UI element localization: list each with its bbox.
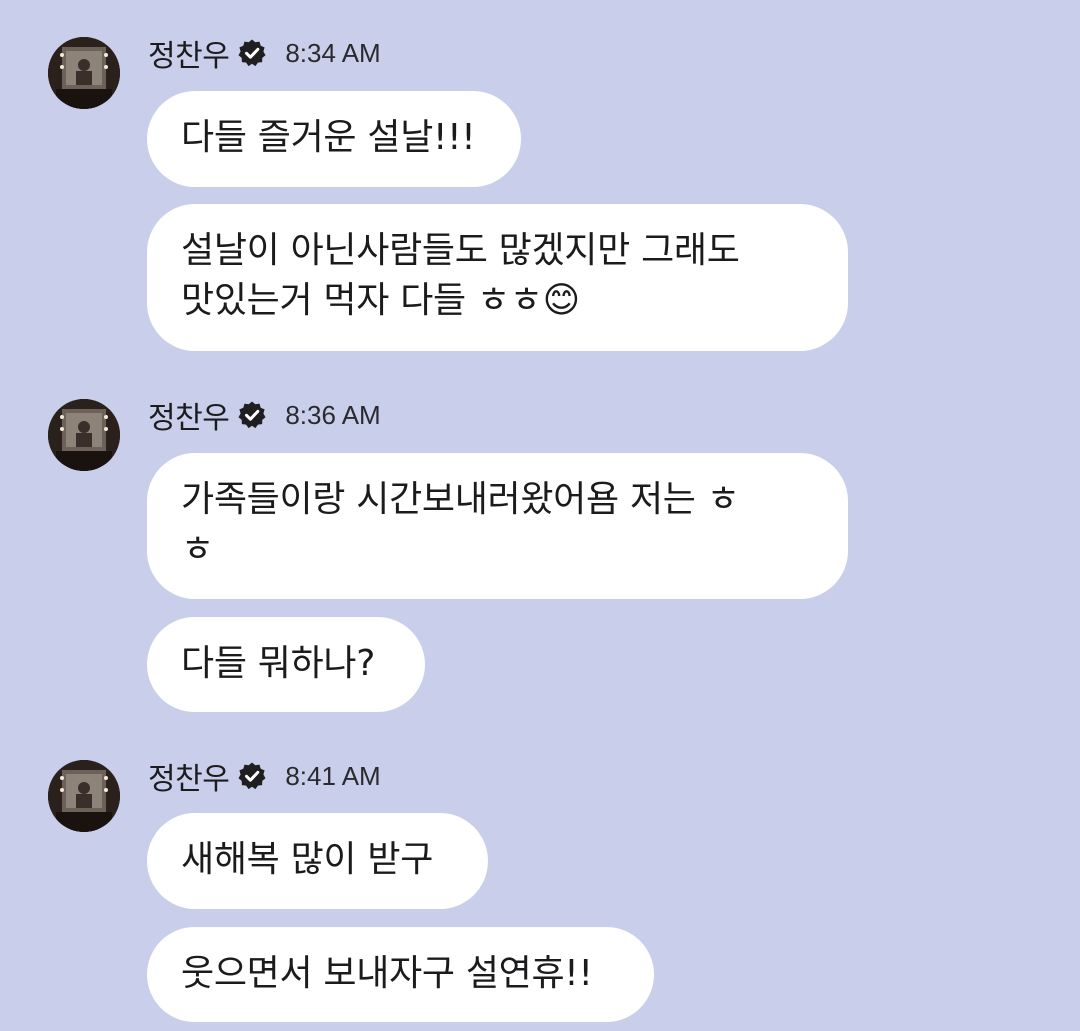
avatar[interactable] xyxy=(48,37,120,109)
message-bubble[interactable]: 다들 뭐하나? xyxy=(147,617,425,712)
message-bubble[interactable]: 웃으면서 보내자구 설연휴!! xyxy=(147,927,654,1022)
sender-name[interactable]: 정찬우 xyxy=(148,31,230,75)
message-meta: 정찬우 8:36 AM xyxy=(148,393,381,437)
message-time: 8:41 AM xyxy=(285,760,381,791)
avatar[interactable] xyxy=(48,399,120,471)
message-bubble[interactable]: 다들 즐거운 설날!!! xyxy=(147,91,521,187)
verified-badge-icon xyxy=(237,38,267,68)
message-meta: 정찬우 8:34 AM xyxy=(148,31,381,75)
avatar[interactable] xyxy=(48,760,120,832)
sender-name[interactable]: 정찬우 xyxy=(148,754,230,798)
message-time: 8:34 AM xyxy=(285,37,381,68)
sender-name[interactable]: 정찬우 xyxy=(148,393,230,437)
message-time: 8:36 AM xyxy=(285,399,381,430)
verified-badge-icon xyxy=(237,400,267,430)
message-bubble[interactable]: 설날이 아닌사람들도 많겠지만 그래도 맛있는거 먹자 다들 ㅎㅎ😊 xyxy=(147,204,848,351)
verified-badge-icon xyxy=(237,761,267,791)
message-bubble[interactable]: 새해복 많이 받구 xyxy=(147,813,488,909)
message-bubble[interactable]: 가족들이랑 시간보내러왔어욤 저는 ㅎ ㅎ xyxy=(147,453,848,599)
message-meta: 정찬우 8:41 AM xyxy=(148,754,381,798)
